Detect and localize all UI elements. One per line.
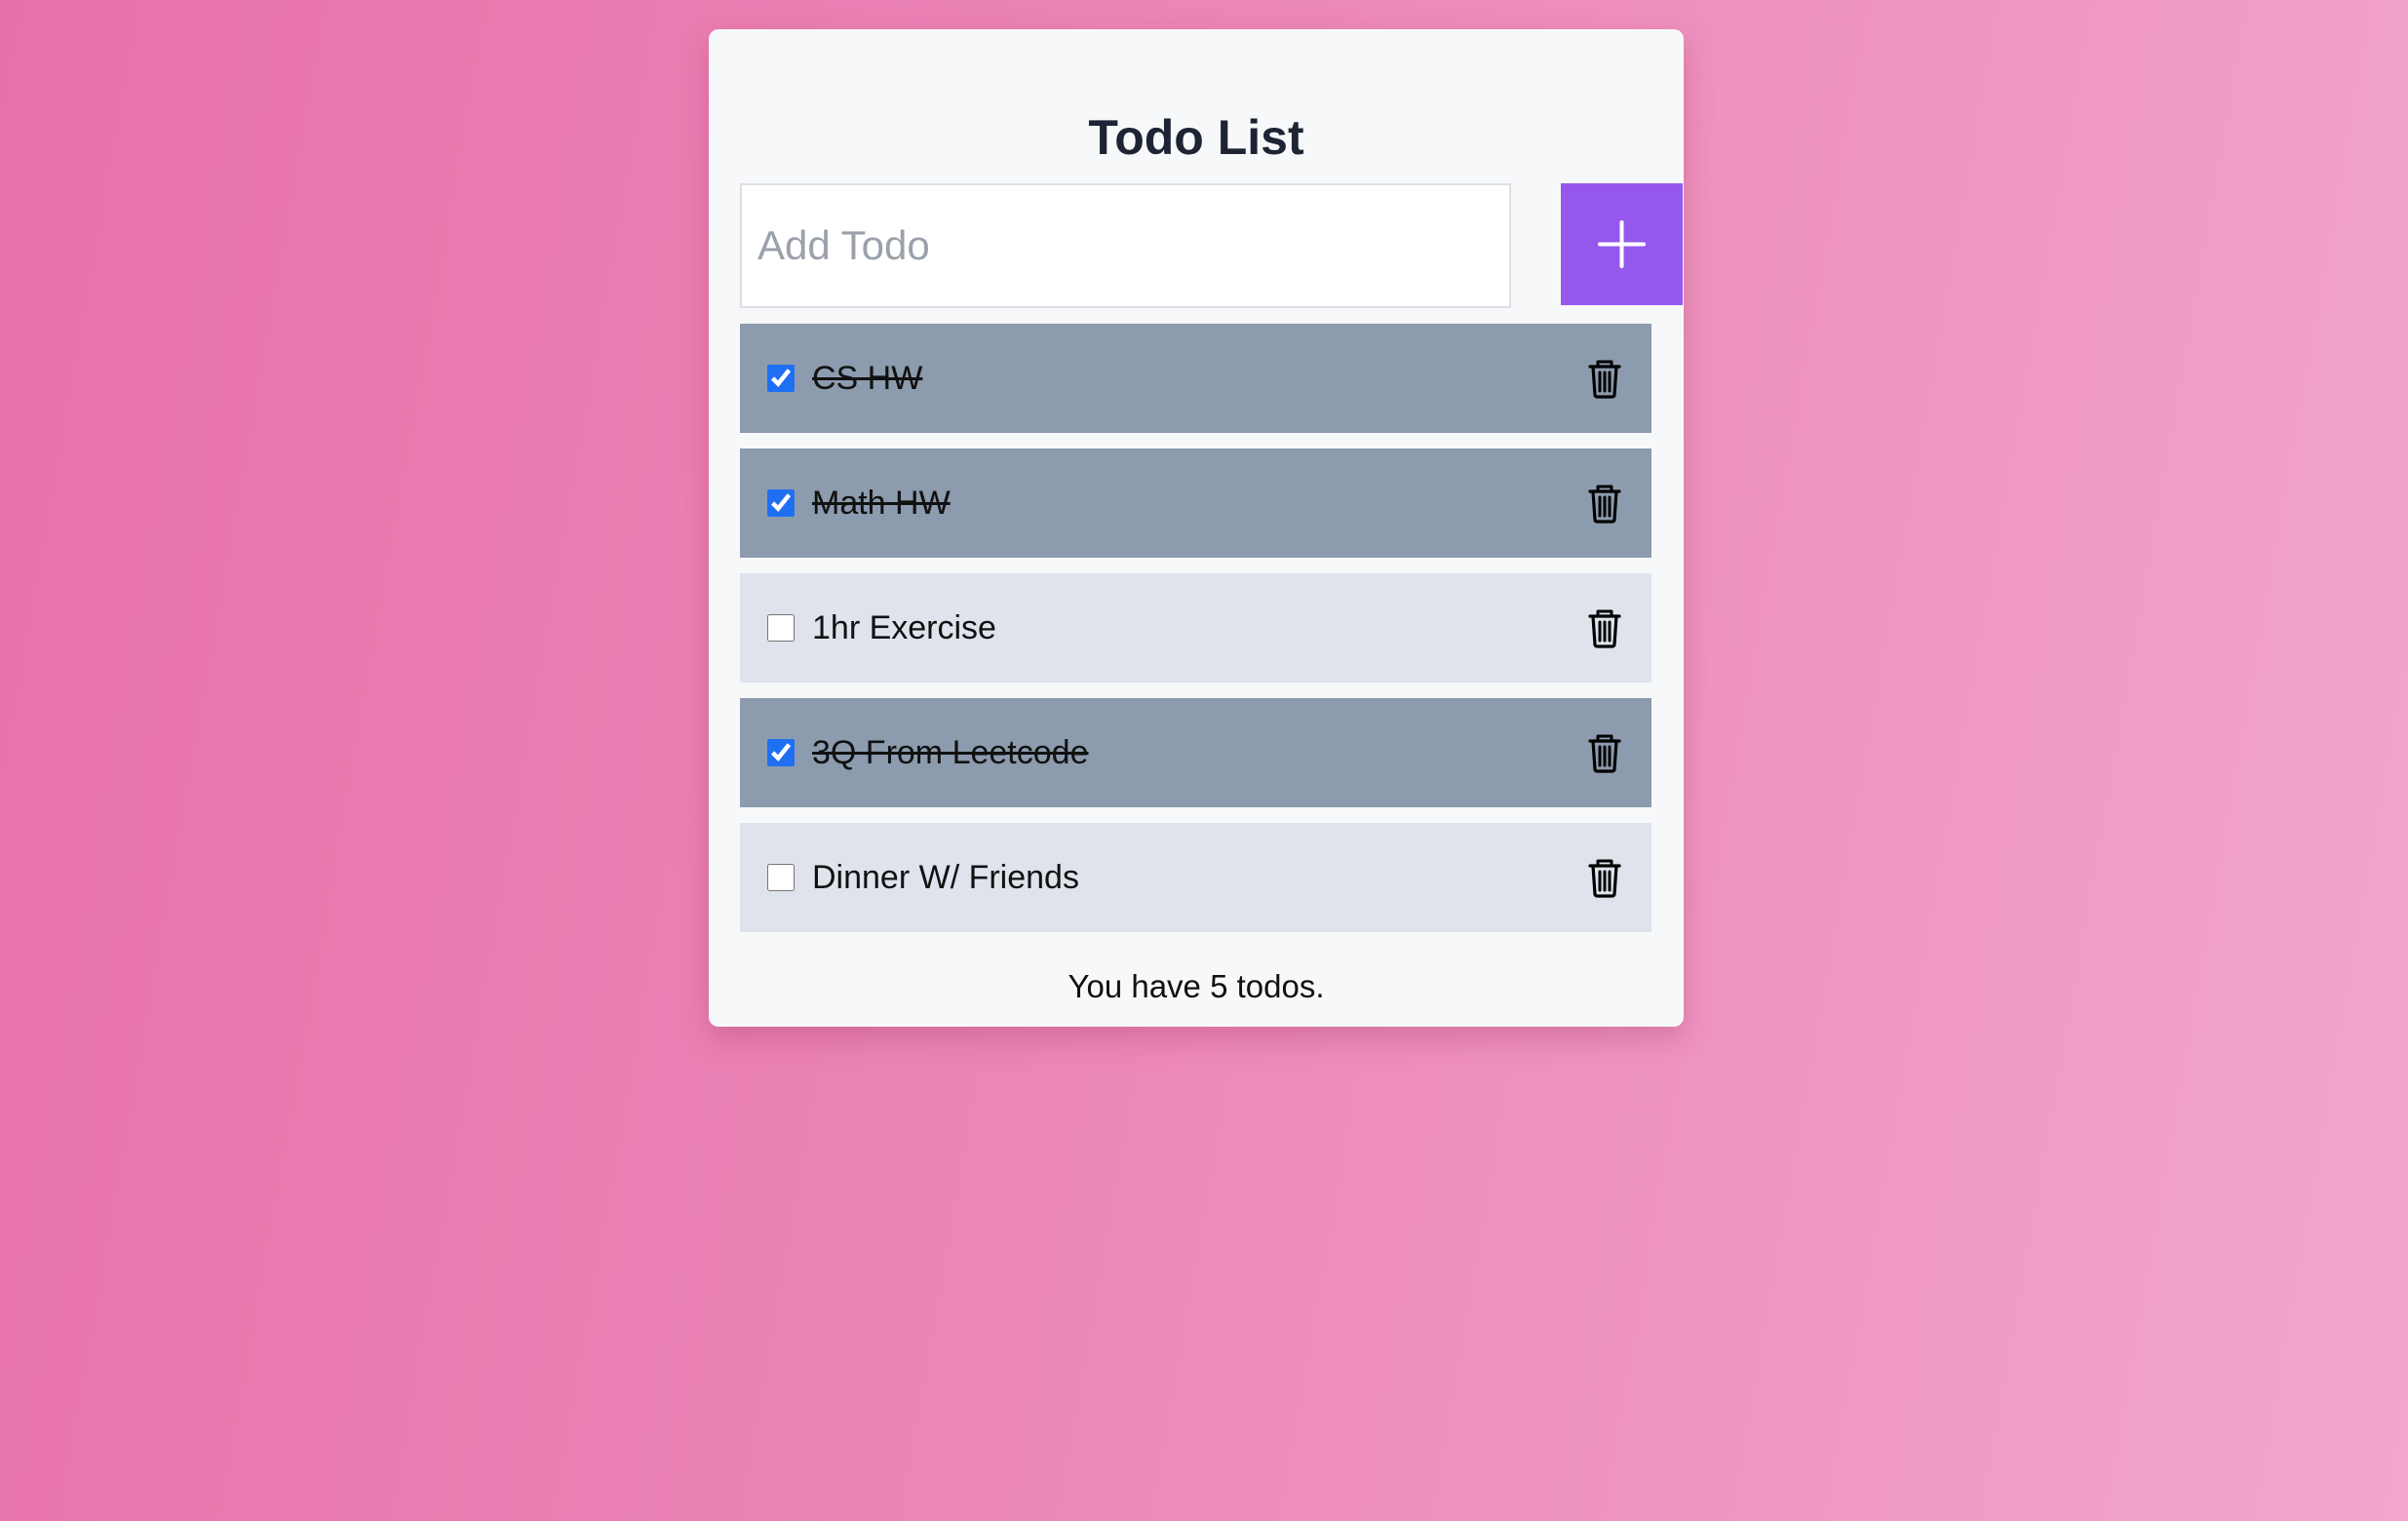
plus-icon [1598,220,1646,268]
add-todo-button[interactable] [1561,183,1683,305]
todo-checkbox[interactable] [767,739,795,766]
trash-icon [1588,609,1621,648]
todo-label: 1hr Exercise [812,609,996,646]
todo-label: Dinner W/ Friends [812,859,1079,896]
todo-item: CS HW [740,324,1651,433]
todo-list: CS HW Math HW 1hr Exercise 3Q From Leetc… [740,324,1651,948]
todo-checkbox[interactable] [767,365,795,392]
todo-count-text: You have 5 todos. [1068,968,1325,1004]
delete-todo-button[interactable] [1579,603,1630,653]
todo-item: 3Q From Leetcode [740,698,1651,807]
add-todo-form [740,183,1683,308]
todo-label: Math HW [812,485,951,522]
todo-checkbox[interactable] [767,864,795,891]
todo-label: 3Q From Leetcode [812,734,1089,771]
delete-todo-button[interactable] [1579,852,1630,903]
todo-item: Math HW [740,448,1651,558]
todo-item: 1hr Exercise [740,573,1651,682]
trash-icon [1588,485,1621,524]
trash-icon [1588,859,1621,898]
delete-todo-button[interactable] [1579,727,1630,778]
delete-todo-button[interactable] [1579,478,1630,528]
todo-item: Dinner W/ Friends [740,823,1651,932]
trash-icon [1588,360,1621,399]
todo-label: CS HW [812,360,923,397]
delete-todo-button[interactable] [1579,353,1630,404]
page-title: Todo List [1088,110,1304,165]
trash-icon [1588,734,1621,773]
add-todo-input[interactable] [740,183,1511,308]
todo-checkbox[interactable] [767,489,795,517]
todo-card: Todo List CS HW Math HW [709,29,1684,1027]
todo-checkbox[interactable] [767,614,795,642]
